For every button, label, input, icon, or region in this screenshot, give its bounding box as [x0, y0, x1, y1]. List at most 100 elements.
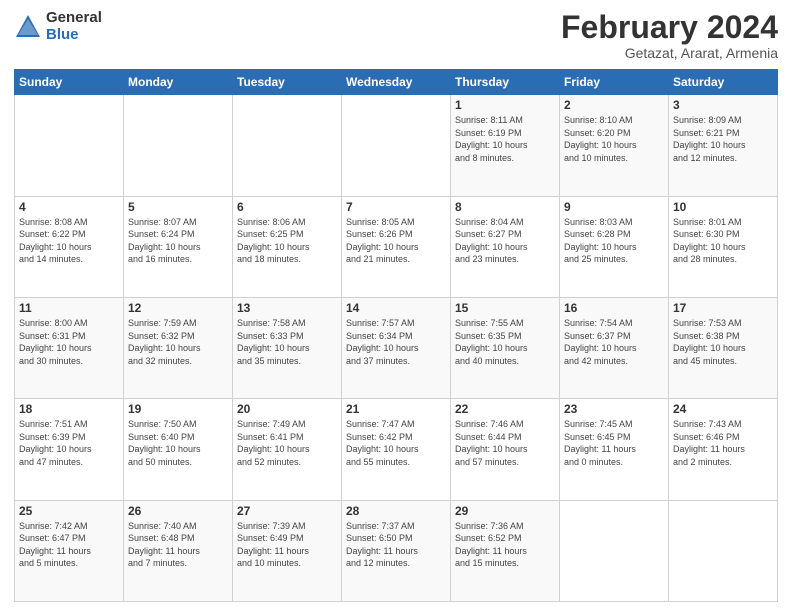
week-row-2: 11 Sunrise: 8:00 AMSunset: 6:31 PMDayligh…: [15, 297, 778, 398]
day-number: 28: [346, 504, 446, 518]
calendar-cell: 16 Sunrise: 7:54 AMSunset: 6:37 PMDayligh…: [560, 297, 669, 398]
day-info: Sunrise: 8:00 AMSunset: 6:31 PMDaylight:…: [19, 317, 119, 367]
day-number: 22: [455, 402, 555, 416]
calendar-cell: [342, 95, 451, 196]
calendar-cell: 28 Sunrise: 7:37 AMSunset: 6:50 PMDayligh…: [342, 500, 451, 601]
weekday-header-row: SundayMondayTuesdayWednesdayThursdayFrid…: [15, 70, 778, 95]
day-info: Sunrise: 7:51 AMSunset: 6:39 PMDaylight:…: [19, 418, 119, 468]
weekday-header-saturday: Saturday: [669, 70, 778, 95]
day-info: Sunrise: 7:46 AMSunset: 6:44 PMDaylight:…: [455, 418, 555, 468]
day-number: 26: [128, 504, 228, 518]
calendar-cell: 27 Sunrise: 7:39 AMSunset: 6:49 PMDayligh…: [233, 500, 342, 601]
day-number: 11: [19, 301, 119, 315]
calendar-cell: 19 Sunrise: 7:50 AMSunset: 6:40 PMDayligh…: [124, 399, 233, 500]
subtitle: Getazat, Ararat, Armenia: [561, 45, 778, 61]
calendar-cell: [233, 95, 342, 196]
day-number: 10: [673, 200, 773, 214]
day-info: Sunrise: 7:53 AMSunset: 6:38 PMDaylight:…: [673, 317, 773, 367]
weekday-header-sunday: Sunday: [15, 70, 124, 95]
calendar-cell: 4 Sunrise: 8:08 AMSunset: 6:22 PMDaylight…: [15, 196, 124, 297]
day-number: 17: [673, 301, 773, 315]
calendar-cell: 9 Sunrise: 8:03 AMSunset: 6:28 PMDaylight…: [560, 196, 669, 297]
calendar-cell: 11 Sunrise: 8:00 AMSunset: 6:31 PMDayligh…: [15, 297, 124, 398]
calendar-cell: 7 Sunrise: 8:05 AMSunset: 6:26 PMDaylight…: [342, 196, 451, 297]
week-row-4: 25Sunrise: 7:42 AMSunset: 6:47 PMDayligh…: [15, 500, 778, 601]
day-number: 19: [128, 402, 228, 416]
day-info: Sunrise: 8:08 AMSunset: 6:22 PMDaylight:…: [19, 216, 119, 266]
day-info: Sunrise: 7:45 AMSunset: 6:45 PMDaylight:…: [564, 418, 664, 468]
logo: General Blue: [14, 10, 102, 43]
calendar-cell: 29Sunrise: 7:36 AMSunset: 6:52 PMDayligh…: [451, 500, 560, 601]
day-info: Sunrise: 8:09 AMSunset: 6:21 PMDaylight:…: [673, 114, 773, 164]
day-info: Sunrise: 7:50 AMSunset: 6:40 PMDaylight:…: [128, 418, 228, 468]
day-info: Sunrise: 8:11 AMSunset: 6:19 PMDaylight:…: [455, 114, 555, 164]
calendar-cell: 24 Sunrise: 7:43 AMSunset: 6:46 PMDayligh…: [669, 399, 778, 500]
day-number: 12: [128, 301, 228, 315]
calendar-cell: 12 Sunrise: 7:59 AMSunset: 6:32 PMDayligh…: [124, 297, 233, 398]
day-info: Sunrise: 8:03 AMSunset: 6:28 PMDaylight:…: [564, 216, 664, 266]
calendar-table: SundayMondayTuesdayWednesdayThursdayFrid…: [14, 69, 778, 602]
week-row-0: 1 Sunrise: 8:11 AMSunset: 6:19 PMDaylight…: [15, 95, 778, 196]
day-info: Sunrise: 7:49 AMSunset: 6:41 PMDaylight:…: [237, 418, 337, 468]
calendar-cell: 2Sunrise: 8:10 AMSunset: 6:20 PMDaylight…: [560, 95, 669, 196]
title-block: February 2024 Getazat, Ararat, Armenia: [561, 10, 778, 61]
calendar-cell: 6 Sunrise: 8:06 AMSunset: 6:25 PMDaylight…: [233, 196, 342, 297]
day-number: 8: [455, 200, 555, 214]
day-number: 24: [673, 402, 773, 416]
day-info: Sunrise: 7:59 AMSunset: 6:32 PMDaylight:…: [128, 317, 228, 367]
calendar-cell: 3Sunrise: 8:09 AMSunset: 6:21 PMDaylight…: [669, 95, 778, 196]
calendar-page: General Blue February 2024 Getazat, Arar…: [0, 0, 792, 612]
day-number: 20: [237, 402, 337, 416]
day-number: 1: [455, 98, 555, 112]
day-number: 27: [237, 504, 337, 518]
calendar-cell: 8 Sunrise: 8:04 AMSunset: 6:27 PMDaylight…: [451, 196, 560, 297]
day-number: 15: [455, 301, 555, 315]
day-info: Sunrise: 7:43 AMSunset: 6:46 PMDaylight:…: [673, 418, 773, 468]
day-number: 2: [564, 98, 664, 112]
logo-general-text: General: [46, 10, 102, 27]
day-number: 6: [237, 200, 337, 214]
day-number: 13: [237, 301, 337, 315]
day-number: 23: [564, 402, 664, 416]
calendar-cell: 25Sunrise: 7:42 AMSunset: 6:47 PMDayligh…: [15, 500, 124, 601]
day-info: Sunrise: 7:54 AMSunset: 6:37 PMDaylight:…: [564, 317, 664, 367]
day-number: 5: [128, 200, 228, 214]
calendar-cell: 23 Sunrise: 7:45 AMSunset: 6:45 PMDayligh…: [560, 399, 669, 500]
calendar-cell: 15 Sunrise: 7:55 AMSunset: 6:35 PMDayligh…: [451, 297, 560, 398]
calendar-cell: 17 Sunrise: 7:53 AMSunset: 6:38 PMDayligh…: [669, 297, 778, 398]
day-number: 14: [346, 301, 446, 315]
day-info: Sunrise: 8:05 AMSunset: 6:26 PMDaylight:…: [346, 216, 446, 266]
day-info: Sunrise: 7:39 AMSunset: 6:49 PMDaylight:…: [237, 520, 337, 570]
header: General Blue February 2024 Getazat, Arar…: [14, 10, 778, 61]
day-info: Sunrise: 7:40 AMSunset: 6:48 PMDaylight:…: [128, 520, 228, 570]
weekday-header-friday: Friday: [560, 70, 669, 95]
calendar-cell: [124, 95, 233, 196]
day-info: Sunrise: 7:47 AMSunset: 6:42 PMDaylight:…: [346, 418, 446, 468]
day-info: Sunrise: 8:04 AMSunset: 6:27 PMDaylight:…: [455, 216, 555, 266]
weekday-header-monday: Monday: [124, 70, 233, 95]
weekday-header-tuesday: Tuesday: [233, 70, 342, 95]
week-row-1: 4 Sunrise: 8:08 AMSunset: 6:22 PMDaylight…: [15, 196, 778, 297]
logo-text: General Blue: [46, 10, 102, 43]
calendar-cell: 1 Sunrise: 8:11 AMSunset: 6:19 PMDaylight…: [451, 95, 560, 196]
weekday-header-wednesday: Wednesday: [342, 70, 451, 95]
weekday-header-thursday: Thursday: [451, 70, 560, 95]
calendar-cell: 5Sunrise: 8:07 AMSunset: 6:24 PMDaylight…: [124, 196, 233, 297]
day-number: 7: [346, 200, 446, 214]
calendar-cell: 13 Sunrise: 7:58 AMSunset: 6:33 PMDayligh…: [233, 297, 342, 398]
logo-blue-text: Blue: [46, 27, 102, 44]
calendar-cell: [669, 500, 778, 601]
day-number: 9: [564, 200, 664, 214]
calendar-cell: 14Sunrise: 7:57 AMSunset: 6:34 PMDayligh…: [342, 297, 451, 398]
day-info: Sunrise: 7:55 AMSunset: 6:35 PMDaylight:…: [455, 317, 555, 367]
calendar-cell: 21Sunrise: 7:47 AMSunset: 6:42 PMDayligh…: [342, 399, 451, 500]
day-info: Sunrise: 8:06 AMSunset: 6:25 PMDaylight:…: [237, 216, 337, 266]
day-info: Sunrise: 7:37 AMSunset: 6:50 PMDaylight:…: [346, 520, 446, 570]
calendar-cell: 10 Sunrise: 8:01 AMSunset: 6:30 PMDayligh…: [669, 196, 778, 297]
day-info: Sunrise: 8:01 AMSunset: 6:30 PMDaylight:…: [673, 216, 773, 266]
day-info: Sunrise: 7:58 AMSunset: 6:33 PMDaylight:…: [237, 317, 337, 367]
calendar-cell: [560, 500, 669, 601]
day-number: 16: [564, 301, 664, 315]
day-number: 4: [19, 200, 119, 214]
week-row-3: 18Sunrise: 7:51 AMSunset: 6:39 PMDayligh…: [15, 399, 778, 500]
